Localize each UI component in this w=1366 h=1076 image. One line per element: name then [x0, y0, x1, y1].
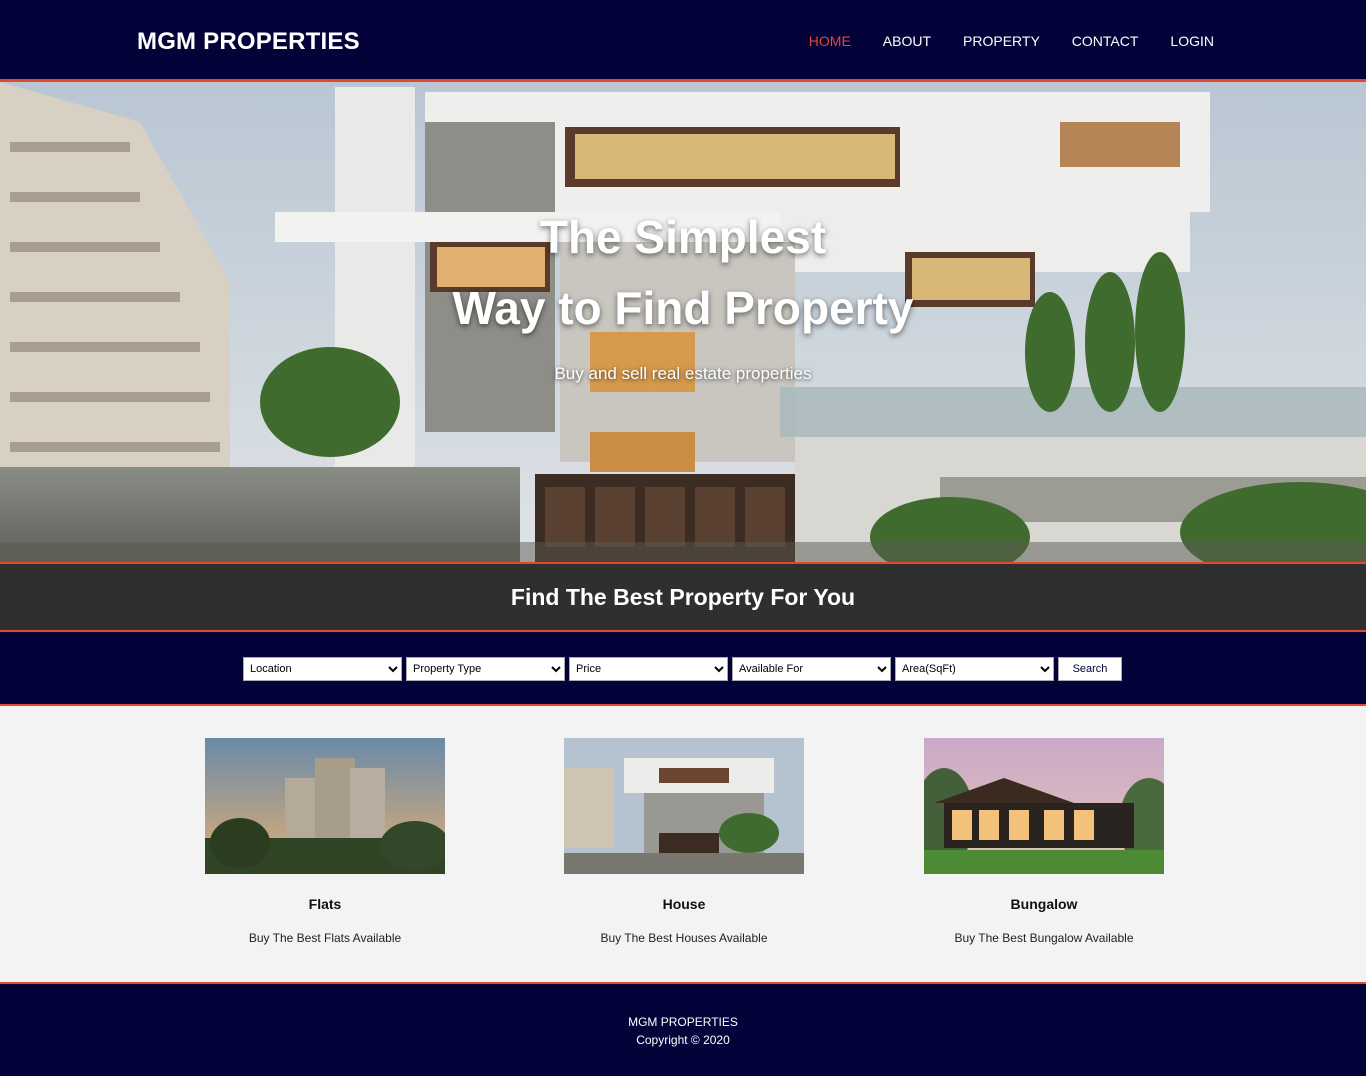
card-title: Flats — [308, 896, 342, 912]
property-type-select[interactable]: Property Type — [406, 657, 565, 681]
card-bungalow[interactable]: Bungalow Buy The Best Bungalow Available — [924, 738, 1164, 945]
find-property-band: Find The Best Property For You — [0, 564, 1366, 632]
hero-title-line1: The Simplest — [539, 211, 827, 263]
site-footer: MGM PROPERTIES Copyright © 2020 — [0, 982, 1366, 1076]
footer-copyright: Copyright © 2020 — [636, 1033, 730, 1047]
available-for-select[interactable]: Available For — [732, 657, 891, 681]
site-logo[interactable]: MGM PROPERTIES — [137, 28, 360, 56]
nav-contact-link[interactable]: CONTACT — [1072, 33, 1139, 49]
hero-section: The Simplest Way to Find Property Buy an… — [0, 82, 1366, 564]
hero-title-line2: Way to Find Property — [452, 282, 914, 334]
find-property-heading: Find The Best Property For You — [510, 584, 856, 610]
card-description: Buy The Best Houses Available — [600, 931, 768, 945]
house-image[interactable] — [564, 738, 804, 874]
card-flats[interactable]: Flats Buy The Best Flats Available — [205, 738, 445, 945]
card-description: Buy The Best Flats Available — [248, 931, 402, 945]
hero-subtitle: Buy and sell real estate properties — [554, 364, 812, 383]
footer-brand: MGM PROPERTIES — [628, 1015, 738, 1029]
main-nav: HOME ABOUT PROPERTY CONTACT LOGIN — [809, 33, 1214, 49]
area-select[interactable]: Area(SqFt) — [895, 657, 1054, 681]
search-form: Location Property Type Price Available F… — [243, 657, 1122, 681]
nav-property-link[interactable]: PROPERTY — [963, 33, 1040, 49]
location-select[interactable]: Location — [243, 657, 402, 681]
card-house[interactable]: House Buy The Best Houses Available — [564, 738, 804, 945]
search-band: Location Property Type Price Available F… — [0, 632, 1366, 706]
site-header: MGM PROPERTIES HOME ABOUT PROPERTY CONTA… — [0, 0, 1366, 82]
bungalow-image[interactable] — [924, 738, 1164, 874]
card-description: Buy The Best Bungalow Available — [954, 931, 1134, 945]
nav-about-link[interactable]: ABOUT — [883, 33, 931, 49]
search-button[interactable]: Search — [1058, 657, 1122, 681]
property-categories: Flats Buy The Best Flats Available House… — [0, 706, 1366, 982]
card-title: House — [662, 896, 706, 912]
price-select[interactable]: Price — [569, 657, 728, 681]
nav-home-link[interactable]: HOME — [809, 33, 851, 49]
card-title: Bungalow — [1010, 896, 1078, 912]
nav-login-link[interactable]: LOGIN — [1170, 33, 1214, 49]
flats-image[interactable] — [205, 738, 445, 874]
